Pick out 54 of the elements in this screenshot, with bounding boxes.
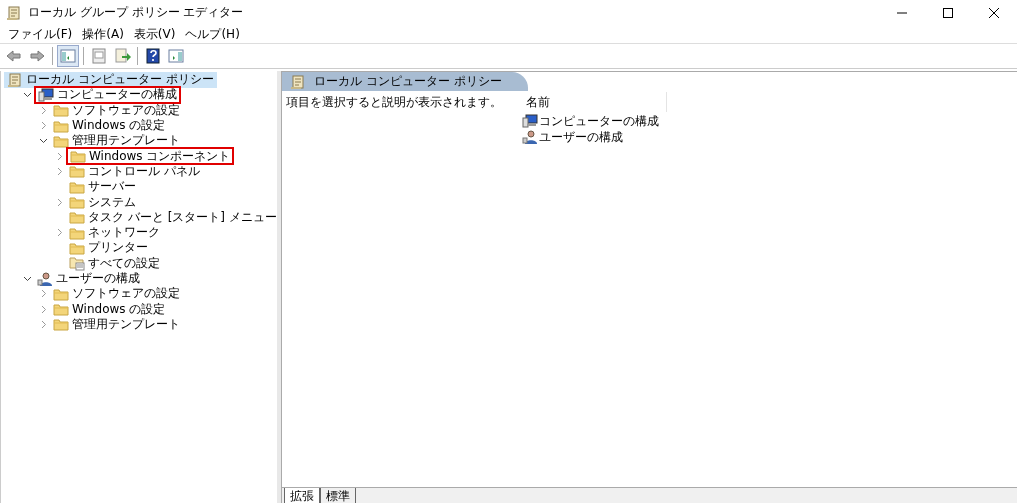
help-icon xyxy=(144,47,162,65)
collapse-chevron-icon[interactable] xyxy=(38,136,48,146)
tree-item[interactable]: 管理用テンプレート xyxy=(50,316,183,333)
tree-item[interactable]: プリンター xyxy=(66,239,151,256)
user-icon xyxy=(37,270,53,287)
window-title: ローカル グループ ポリシー エディター xyxy=(28,4,244,21)
forward-arrow-icon xyxy=(28,47,46,65)
folder-icon xyxy=(69,163,85,180)
tree-item[interactable]: ソフトウェアの設定 xyxy=(50,285,183,302)
properties-icon xyxy=(90,47,108,65)
tree-item[interactable]: システム xyxy=(66,194,139,211)
collapse-chevron-icon[interactable] xyxy=(22,274,32,283)
details-header: ローカル コンピューター ポリシー xyxy=(282,72,528,91)
tree-item[interactable]: すべての設定 xyxy=(66,255,163,272)
tree-item[interactable]: Windows コンポーネント xyxy=(66,147,235,166)
settings-folder-icon xyxy=(69,255,85,272)
computer-icon xyxy=(38,86,54,103)
console-tree-icon xyxy=(59,47,77,65)
menu-item[interactable]: 操作(A) xyxy=(78,25,130,43)
user-icon xyxy=(522,129,538,145)
export-list-icon xyxy=(113,47,131,65)
menu-item[interactable]: ファイル(F) xyxy=(4,25,79,43)
scroll-icon xyxy=(7,71,23,88)
tree-item[interactable]: タスク バーと [スタート] メニュー xyxy=(66,209,277,226)
folder-icon xyxy=(70,148,86,165)
tree-item[interactable]: Windows の設定 xyxy=(50,117,169,134)
tree-item[interactable]: Windows の設定 xyxy=(50,301,169,318)
list-item[interactable]: ユーザーの構成 xyxy=(518,129,623,145)
folder-icon xyxy=(53,102,69,119)
folder-icon xyxy=(69,194,85,211)
app-icon xyxy=(6,4,22,21)
tree-item[interactable]: コントロール パネル xyxy=(66,163,203,180)
view-tab[interactable]: 拡張 xyxy=(284,488,320,503)
tree-item[interactable]: ネットワーク xyxy=(66,224,163,241)
tree-item[interactable]: 管理用テンプレート xyxy=(50,132,183,149)
description-text: 項目を選択すると説明が表示されます。 xyxy=(285,94,503,111)
list-item[interactable]: コンピューターの構成 xyxy=(518,113,659,129)
menu-item[interactable]: ヘルプ(H) xyxy=(181,25,246,43)
tree-item[interactable]: ユーザーの構成 xyxy=(34,270,143,287)
folder-icon xyxy=(69,209,85,226)
menu-item[interactable]: 表示(V) xyxy=(129,25,182,43)
tree-item[interactable]: ローカル コンピューター ポリシー xyxy=(4,71,217,88)
view-tab[interactable]: 標準 xyxy=(320,488,356,503)
action-pane-icon xyxy=(167,47,185,65)
folder-icon xyxy=(53,301,69,318)
tree-item[interactable]: サーバー xyxy=(66,178,139,195)
computer-icon xyxy=(522,113,538,129)
collapse-chevron-icon[interactable] xyxy=(22,90,32,100)
back-arrow-icon xyxy=(5,47,23,65)
tree-item[interactable]: ソフトウェアの設定 xyxy=(50,102,183,119)
folder-icon xyxy=(53,316,69,333)
column-header[interactable]: 名前 xyxy=(518,92,667,112)
scroll-icon xyxy=(290,73,306,90)
tree-item[interactable]: コンピューターの構成 xyxy=(34,85,181,104)
